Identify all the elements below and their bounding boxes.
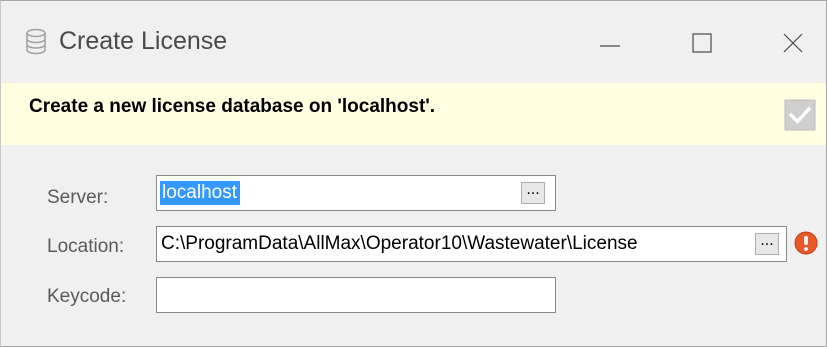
- error-icon: [794, 231, 818, 255]
- location-browse-button[interactable]: ...: [755, 233, 779, 255]
- close-button[interactable]: [753, 15, 826, 71]
- location-value: C:\ProgramData\AllMax\Operator10\Wastewa…: [161, 233, 638, 254]
- server-label: Server:: [47, 187, 109, 208]
- info-banner: Create a new license database on 'localh…: [1, 83, 826, 145]
- title-bar[interactable]: Create License: [1, 1, 826, 83]
- minimize-button[interactable]: [570, 15, 650, 71]
- maximize-button[interactable]: [662, 15, 742, 71]
- create-license-dialog: Create License Create a new license data…: [0, 0, 827, 347]
- minimize-icon: [600, 45, 620, 47]
- server-value: localhost: [160, 181, 240, 205]
- location-input[interactable]: C:\ProgramData\AllMax\Operator10\Wastewa…: [156, 226, 787, 262]
- location-label: Location:: [47, 236, 125, 257]
- server-input[interactable]: localhost ...: [156, 175, 556, 211]
- checkmark-icon: [784, 99, 816, 131]
- keycode-label: Keycode:: [47, 286, 127, 307]
- keycode-input[interactable]: [156, 277, 556, 313]
- window-title: Create License: [59, 27, 228, 55]
- server-browse-button[interactable]: ...: [521, 182, 545, 204]
- database-icon: [26, 28, 46, 55]
- close-icon: [783, 33, 803, 53]
- maximize-icon: [692, 33, 712, 53]
- banner-message: Create a new license database on 'localh…: [29, 96, 436, 117]
